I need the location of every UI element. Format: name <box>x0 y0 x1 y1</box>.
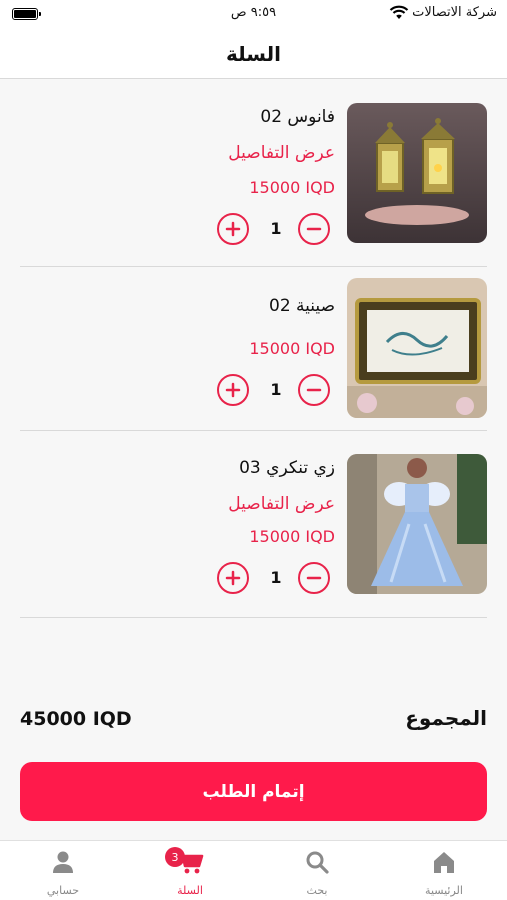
status-time: ٩:٥٩ ص <box>230 5 277 20</box>
home-icon <box>431 849 457 879</box>
cart-count-badge: 3 <box>165 847 185 867</box>
total-value: 45000 IQD <box>20 708 132 730</box>
person-icon <box>50 849 76 879</box>
page-title: السلة <box>225 42 281 66</box>
costume-photo[interactable] <box>347 454 487 594</box>
increase-quantity-button[interactable] <box>217 562 249 594</box>
divider <box>20 430 487 431</box>
view-details-link[interactable]: عرض التفاصيل <box>228 143 335 163</box>
tab-label: حسابي <box>46 884 80 897</box>
total-label: المجموع <box>405 706 487 730</box>
item-price: 15000 IQD <box>249 527 335 546</box>
battery-icon <box>12 8 41 20</box>
nav-header: السلة <box>0 30 507 79</box>
item-quantity: 1 <box>270 568 282 587</box>
tab-label: بحث <box>306 884 328 897</box>
tab-label: الرئيسية <box>425 884 463 897</box>
item-price: 15000 IQD <box>249 339 335 358</box>
search-icon <box>304 849 330 879</box>
divider <box>20 266 487 267</box>
increase-quantity-button[interactable] <box>217 213 249 245</box>
cart-item: زي تنكري 03 عرض التفاصيل 15000 IQD 1 <box>20 454 487 594</box>
tab-home[interactable]: الرئيسية <box>381 841 507 900</box>
cart-item: فانوس 02 عرض التفاصيل 15000 IQD 1 <box>20 103 487 245</box>
view-details-link[interactable]: عرض التفاصيل <box>228 494 335 514</box>
item-price: 15000 IQD <box>249 178 335 197</box>
tab-account[interactable]: حسابي <box>0 841 126 900</box>
divider <box>20 617 487 618</box>
item-quantity: 1 <box>270 380 282 399</box>
item-name: فانوس 02 <box>260 107 335 127</box>
item-quantity: 1 <box>270 219 282 238</box>
cart-item: صينية 02 15000 IQD 1 <box>20 278 487 418</box>
tab-bar: الرئيسية بحث 3 السلة حسابي <box>0 840 507 900</box>
tab-search[interactable]: بحث <box>254 841 380 900</box>
decrease-quantity-button[interactable] <box>298 374 330 406</box>
tray-photo[interactable] <box>347 278 487 418</box>
item-name: زي تنكري 03 <box>239 458 335 478</box>
status-bar: شركة الاتصالات ٩:٥٩ ص <box>0 0 507 30</box>
decrease-quantity-button[interactable] <box>298 213 330 245</box>
checkout-button[interactable]: إتمام الطلب <box>20 762 487 821</box>
tab-label: السلة <box>177 884 203 897</box>
lantern-photo[interactable] <box>347 103 487 243</box>
decrease-quantity-button[interactable] <box>298 562 330 594</box>
increase-quantity-button[interactable] <box>217 374 249 406</box>
checkout-label: إتمام الطلب <box>202 781 305 802</box>
tab-cart[interactable]: 3 السلة <box>127 841 253 900</box>
item-name: صينية 02 <box>269 296 335 316</box>
